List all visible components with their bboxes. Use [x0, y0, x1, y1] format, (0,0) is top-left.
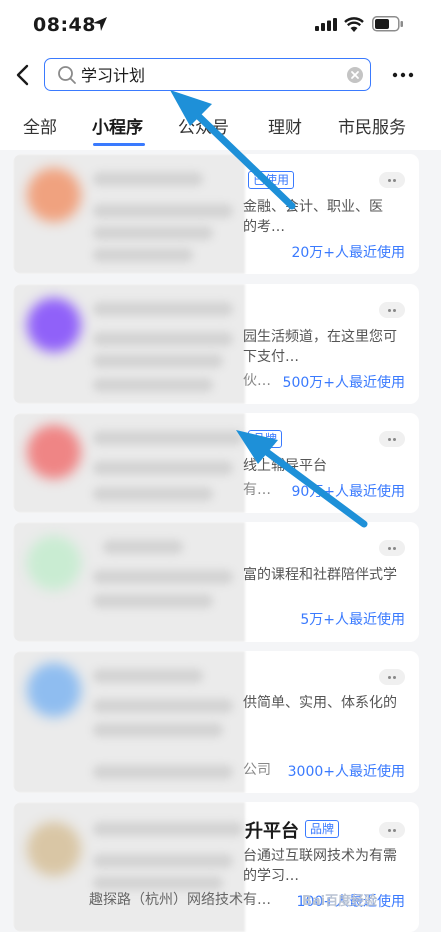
card-description-line2: 的学习… [243, 868, 299, 884]
card-description: 富的课程和社群陪伴式学 [243, 567, 397, 583]
status-time: 08:48 [33, 14, 96, 36]
app-logo [27, 663, 81, 717]
blurred-region [13, 284, 245, 404]
search-box[interactable] [44, 58, 371, 91]
card-menu-icon[interactable] [379, 822, 405, 838]
result-card[interactable]: 升平台 品牌 台通过互联网技术为有需 的学习… 趣探路（杭州）网络技术有… 10… [13, 802, 419, 932]
used-badge: 已使用 [248, 171, 295, 189]
watermark: Bai百度经验 [302, 894, 378, 909]
card-menu-icon[interactable] [379, 302, 405, 318]
app-logo [27, 822, 81, 876]
card-description: 线上辅导平台 [243, 458, 327, 474]
brand-badge: 品牌 [248, 430, 283, 448]
tab-finance[interactable]: 理财 [268, 113, 302, 138]
app-logo [27, 536, 81, 590]
status-bar: 08:48 [0, 0, 441, 48]
active-tab-indicator [93, 143, 145, 146]
tab-citizen-services[interactable]: 市民服务 [338, 113, 406, 138]
usage-count: 20万+人最近使用 [291, 245, 405, 261]
app-logo [27, 425, 81, 479]
app-logo [27, 298, 81, 352]
blurred-region [13, 413, 245, 513]
card-description: 台通过互联网技术为有需 [243, 848, 397, 864]
card-title: 升平台 [245, 821, 299, 842]
usage-count: 5万+人最近使用 [300, 612, 405, 628]
blurred-region [13, 522, 245, 642]
card-description-line2: 的考… [243, 219, 285, 235]
cellular-signal-icon [315, 18, 337, 31]
app-logo [27, 168, 81, 222]
result-card[interactable]: 供简单、实用、体系化的 公司 3000+人最近使用 [13, 651, 419, 793]
card-description: 供简单、实用、体系化的 [243, 695, 397, 711]
tab-official-accounts[interactable]: 公众号 [178, 113, 229, 138]
result-card[interactable]: 品牌 线上辅导平台 有… 90万+人最近使用 [13, 413, 419, 513]
card-menu-icon[interactable] [379, 669, 405, 685]
card-description: 金融、会计、职业、医 [243, 199, 383, 215]
search-icon [58, 66, 76, 84]
usage-count: 3000+人最近使用 [287, 764, 405, 780]
more-options-icon[interactable] [392, 72, 414, 78]
result-card[interactable]: 已使用 金融、会计、职业、医 的考… 20万+人最近使用 [13, 154, 419, 274]
usage-count: 500万+人最近使用 [282, 375, 405, 391]
blurred-region [13, 802, 245, 932]
brand-badge: 品牌 [305, 820, 340, 838]
wifi-icon [344, 17, 364, 32]
result-card[interactable]: 园生活频道，在这里您可 下支付… 伙… 500万+人最近使用 [13, 284, 419, 404]
card-description-line2: 下支付… [243, 349, 299, 365]
card-developer: 趣探路（杭州）网络技术有… [89, 892, 271, 908]
search-input[interactable] [81, 63, 331, 85]
usage-count: 90万+人最近使用 [291, 484, 405, 500]
clear-search-icon[interactable] [347, 67, 363, 83]
result-card[interactable]: 富的课程和社群陪伴式学 5万+人最近使用 [13, 522, 419, 642]
location-arrow-icon [93, 17, 107, 31]
tab-all[interactable]: 全部 [23, 113, 57, 138]
search-header [0, 48, 441, 104]
card-menu-icon[interactable] [379, 172, 405, 188]
category-tabs: 全部 小程序 公众号 理财 市民服务 [0, 104, 441, 150]
back-chevron-icon[interactable] [12, 61, 34, 89]
card-description: 园生活频道，在这里您可 [243, 329, 397, 345]
battery-icon [372, 16, 403, 32]
card-menu-icon[interactable] [379, 431, 405, 447]
blurred-region [13, 154, 245, 274]
card-menu-icon[interactable] [379, 540, 405, 556]
tab-mini-programs[interactable]: 小程序 [92, 113, 143, 138]
blurred-region [13, 651, 245, 793]
